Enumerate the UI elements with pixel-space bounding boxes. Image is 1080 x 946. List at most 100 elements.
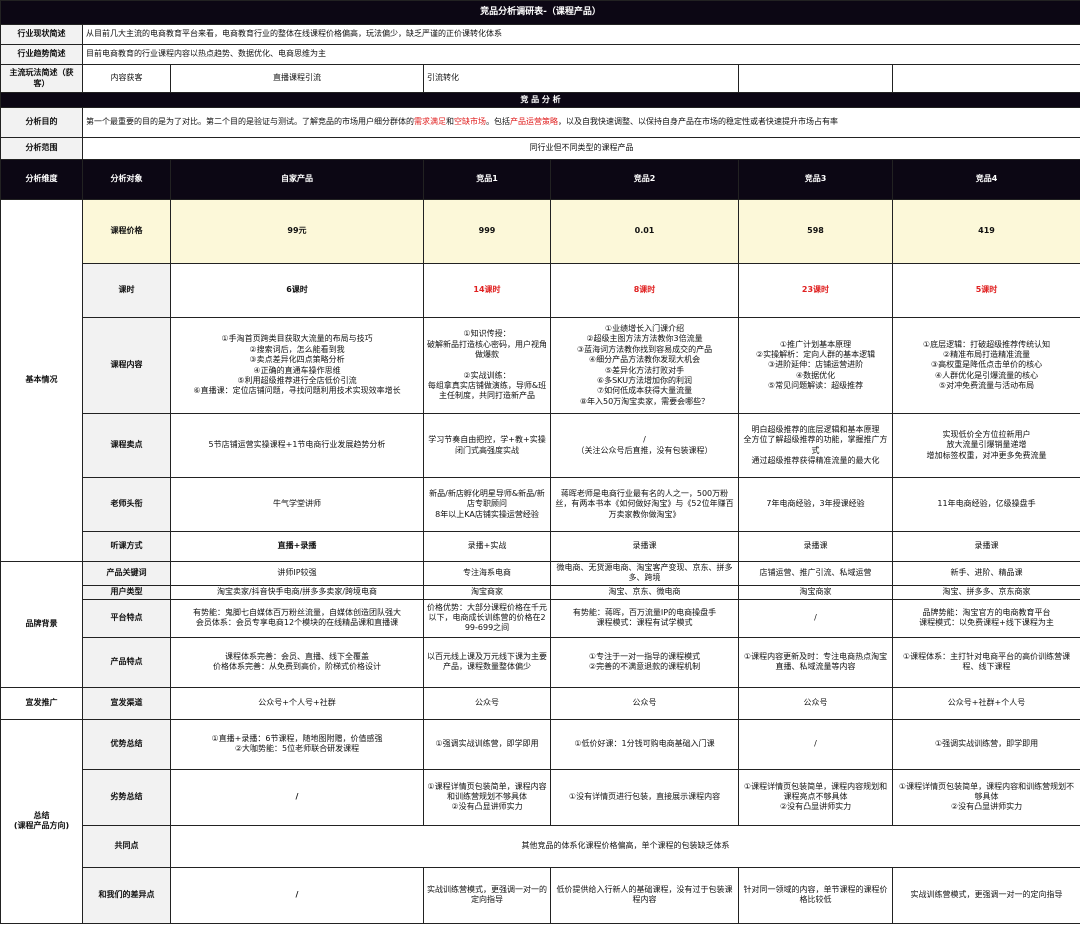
scope-label: 分析范围 [0, 137, 83, 160]
platform-cell: 价格优势：大部分课程价格在千元以下，电商成长训练营的价格在299-699之间 [423, 598, 551, 638]
channel-cell: 公众号 [423, 686, 551, 720]
competitive-analysis-table: 竞品分析调研表-（课程产品） 行业现状简述 从目前几大主流的电商教育平台来看，电… [0, 0, 1080, 924]
platform-cell: 有势能：蒋晖，百万流量IP的电商操盘手 课程模式：课程有试学模式 [550, 598, 739, 638]
play-method-cell [892, 64, 1080, 93]
price-cell: 999 [423, 199, 551, 264]
content-cell: ①业绩增长入门课介绍 ②超级主图方法方法教你3倍流量 ③蓝海词方法教你找到容易成… [550, 317, 739, 414]
hours-cell: 23课时 [738, 263, 893, 318]
usertype-cell: 淘宝、京东、微电商 [550, 584, 739, 600]
product-label: 产品特点 [82, 636, 171, 688]
column-header: 竞品1 [423, 159, 551, 200]
column-header: 自家产品 [170, 159, 424, 200]
usertype-cell: 淘宝商家 [423, 584, 551, 600]
hours-label: 课时 [82, 263, 171, 318]
platform-cell: / [738, 598, 893, 638]
product-cell: 以百元线上课及万元线下课为主要产品，课程数量整体偏少 [423, 636, 551, 688]
selling-cell: 明白超级推荐的底层逻辑和基本原理 全方位了解超级推荐的功能，掌握推广方式 通过超… [738, 413, 893, 478]
selling-cell: / （关注公众号后直推，没有包装课程） [550, 413, 739, 478]
usertype-label: 用户类型 [82, 584, 171, 600]
group-summary: 总结 (课程产品方向) [0, 718, 83, 924]
channel-cell: 公众号 [550, 686, 739, 720]
column-header: 竞品2 [550, 159, 739, 200]
usertype-cell: 淘宝、拼多多、京东商家 [892, 584, 1080, 600]
scope-text: 同行业但不同类型的课程产品 [82, 137, 1080, 160]
group-brand: 品牌背景 [0, 561, 83, 688]
usertype-cell: 淘宝卖家/抖音快手电商/拼多多卖家/跨境电商 [170, 584, 424, 600]
platform-cell: 有势能：鬼脚七自媒体百万粉丝流量，自媒体创造团队强大 会员体系：会员专享电商12… [170, 598, 424, 638]
listen-cell: 录播课 [550, 531, 739, 562]
group-basic: 基本情况 [0, 199, 83, 562]
teacher-cell: 蒋晖老师是电商行业最有名的人之一，500万粉丝，有两本书本《如何做好淘宝》与《5… [550, 477, 739, 532]
disadvantage-cell: ①课程详情页包装简单，课程内容和训练营规划不够具体 ②没有凸显讲师实力 [892, 768, 1080, 826]
teacher-cell: 11年电商经验，亿级操盘手 [892, 477, 1080, 532]
play-method-cell: 直播课程引流 [170, 64, 424, 93]
hours-cell: 8课时 [550, 263, 739, 318]
hours-cell: 6课时 [170, 263, 424, 318]
product-cell: 课程体系完善：会员、直播、线下全覆盖 价格体系完善：从免费到高价，阶梯式价格设计 [170, 636, 424, 688]
advantage-cell: ①强调实战训练营，即学即用 [892, 718, 1080, 770]
advantage-cell: ①强调实战训练营，即学即用 [423, 718, 551, 770]
selling-label: 课程卖点 [82, 413, 171, 478]
price-cell: 99元 [170, 199, 424, 264]
purpose-text: 第一个最重要的目的是为了对比。第二个目的是验证与测试。了解竞品的市场用户细分群体… [82, 107, 1080, 138]
disadvantage-cell: ①课程详情页包装简单，课程内容和训练营规划不够具体 ②没有凸显讲师实力 [423, 768, 551, 826]
play-method-cell: 内容获客 [82, 64, 171, 93]
product-cell: ①课程体系：主打针对电商平台的高价训练营课程、线下课程 [892, 636, 1080, 688]
platform-cell: 品牌势能：淘宝官方的电商教育平台 课程模式：以免费课程+线下课程为主 [892, 598, 1080, 638]
diff-cell: 实战训练营模式，更强调一对一的定向指导 [892, 866, 1080, 924]
content-label: 课程内容 [82, 317, 171, 414]
teacher-cell: 7年电商经验，3年授课经验 [738, 477, 893, 532]
common-label: 共同点 [82, 824, 171, 868]
common-text: 其他竞品的体系化课程价格偏高，单个课程的包装缺乏体系 [170, 824, 1080, 868]
diff-cell: 低价提供给入行新人的基础课程，没有过于包装课程内容 [550, 866, 739, 924]
product-cell: ①课程内容更新及时：专注电商热点淘宝直播、私域流量等内容 [738, 636, 893, 688]
selling-cell: 学习节奏自由把控，学+教+实操闭门式高强度实战 [423, 413, 551, 478]
listen-cell: 录播课 [738, 531, 893, 562]
group-promo: 宣发推广 [0, 686, 83, 720]
keyword-cell: 讲师IP较强 [170, 561, 424, 586]
diff-label: 和我们的差异点 [82, 866, 171, 924]
dimension-header: 分析维度 [0, 159, 83, 200]
content-cell: ①推广计划基本原理 ②实操解析：定向人群的基本逻辑 ③进阶延伸：店铺运营进阶 ④… [738, 317, 893, 414]
keyword-cell: 新手、进阶、精品课 [892, 561, 1080, 586]
platform-label: 平台特点 [82, 598, 171, 638]
selling-cell: 5节店铺运营实操课程+1节电商行业发展趋势分析 [170, 413, 424, 478]
disadvantage-cell: ①没有详情页进行包装，直接展示课程内容 [550, 768, 739, 826]
channel-cell: 公众号 [738, 686, 893, 720]
disadvantage-cell: ①课程详情页包装简单，课程内容规划和课程亮点不够具体 ②没有凸显讲师实力 [738, 768, 893, 826]
listen-cell: 录播+实战 [423, 531, 551, 562]
disadvantage-label: 劣势总结 [82, 768, 171, 826]
industry-status-text: 从目前几大主流的电商教育平台来看，电商教育行业的整体在线课程价格偏高，玩法偏少，… [82, 24, 1080, 45]
industry-trend-label: 行业趋势简述 [0, 44, 83, 65]
purpose-label: 分析目的 [0, 107, 83, 138]
listen-cell: 直播+录播 [170, 531, 424, 562]
hours-cell: 14课时 [423, 263, 551, 318]
price-cell: 598 [738, 199, 893, 264]
listen-cell: 录播课 [892, 531, 1080, 562]
content-cell: ①手淘首页跨类目获取大流量的布局与技巧 ②搜索词后，怎么能看到我 ③卖点差异化四… [170, 317, 424, 414]
keyword-cell: 专注海系电商 [423, 561, 551, 586]
teacher-cell: 牛气学堂讲师 [170, 477, 424, 532]
diff-cell: / [170, 866, 424, 924]
diff-cell: 针对同一领域的内容，单节课程的课程价格比较低 [738, 866, 893, 924]
play-method-cell [738, 64, 893, 93]
keyword-cell: 微电商、无货源电商、淘宝客产变现、京东、拼多多、跨境 [550, 561, 739, 586]
keyword-cell: 店铺运营、推广引流、私域运营 [738, 561, 893, 586]
channel-cell: 公众号+社群+个人号 [892, 686, 1080, 720]
industry-trend-text: 目前电商教育的行业课程内容以热点趋势、数据优化、电商思维为主 [82, 44, 1080, 65]
advantage-cell: / [738, 718, 893, 770]
diff-cell: 实战训练营模式，更强调一对一的定向指导 [423, 866, 551, 924]
channel-label: 宣发渠道 [82, 686, 171, 720]
hours-cell: 5课时 [892, 263, 1080, 318]
advantage-cell: ①低价好课：1分钱可购电商基础入门课 [550, 718, 739, 770]
product-cell: ①专注于一对一指导的课程模式 ②完善的不满意退款的课程机制 [550, 636, 739, 688]
channel-cell: 公众号+个人号+社群 [170, 686, 424, 720]
content-cell: ①知识传授： 破解新品打造核心密码，用户视角做爆款 ②实战训练： 每组拿真实店铺… [423, 317, 551, 414]
price-cell: 0.01 [550, 199, 739, 264]
advantage-cell: ①直播+录播：6节课程，随地图附赠，价值感强 ②大咖势能：5位老师联合研发课程 [170, 718, 424, 770]
keyword-label: 产品关键词 [82, 561, 171, 586]
section-title: 竞 品 分 析 [0, 92, 1080, 108]
play-method-label: 主流玩法简述（获客） [0, 64, 83, 93]
price-cell: 419 [892, 199, 1080, 264]
column-header: 竞品3 [738, 159, 893, 200]
